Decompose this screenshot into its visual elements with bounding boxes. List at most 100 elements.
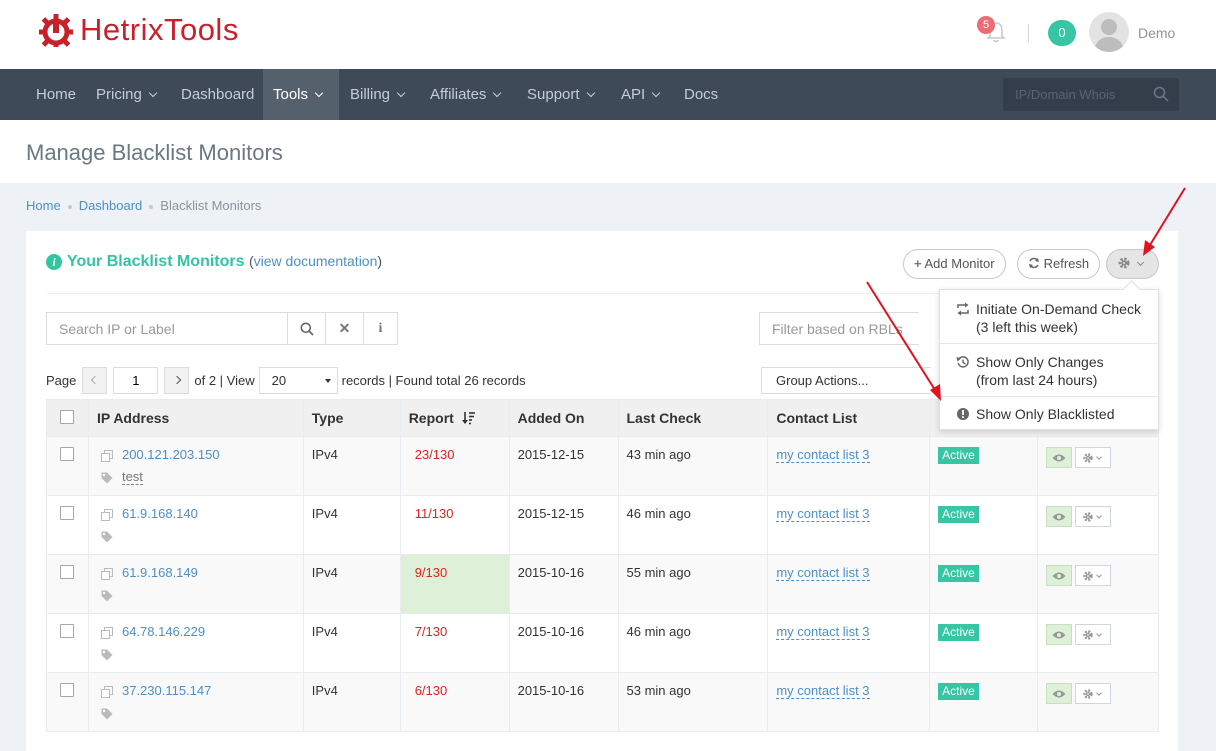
report-count[interactable]: 6/130 — [409, 683, 448, 698]
eye-icon — [1052, 454, 1066, 462]
show-blacklisted-menu-item[interactable]: Show Only Blacklisted — [940, 405, 1158, 423]
added-on-cell: 2015-10-16 — [508, 613, 619, 673]
nav-home[interactable]: Home — [26, 69, 86, 120]
ip-address-link[interactable]: 64.78.146.229 — [122, 624, 205, 639]
search-info-button[interactable]: i — [364, 312, 398, 345]
tag-icon[interactable] — [101, 531, 113, 543]
last-check-cell: 46 min ago — [617, 613, 769, 673]
view-documentation-link[interactable]: view documentation — [254, 253, 378, 269]
column-header-last-check[interactable]: Last Check — [617, 399, 769, 437]
nav-docs[interactable]: Docs — [674, 69, 728, 120]
contact-list-link[interactable]: my contact list 3 — [776, 683, 870, 699]
report-count[interactable]: 23/130 — [409, 447, 455, 462]
tag-icon[interactable] — [101, 708, 113, 720]
copy-icon[interactable] — [100, 567, 113, 580]
contact-list-link[interactable]: my contact list 3 — [776, 506, 870, 522]
page-number-input[interactable] — [113, 366, 159, 394]
pagination: Page of 2 | View 20 records | Found tota… — [46, 366, 526, 394]
row-settings-button[interactable] — [1075, 624, 1112, 645]
table-row: 61.9.168.149 IPv4 9/130 2015-10-16 55 min ag… — [46, 554, 1159, 614]
column-header-type[interactable]: Type — [302, 399, 401, 437]
row-checkbox[interactable] — [60, 447, 75, 461]
copy-icon[interactable] — [100, 508, 113, 521]
report-count[interactable]: 9/130 — [409, 565, 448, 580]
view-details-button[interactable] — [1046, 683, 1073, 704]
column-header-report[interactable]: Report — [399, 399, 510, 437]
whois-search — [1003, 78, 1179, 111]
menu-divider — [940, 396, 1158, 397]
logo[interactable]: HetrixTools — [38, 12, 239, 48]
show-changes-menu-item[interactable]: Show Only Changes (from last 24 hours) — [940, 353, 1158, 389]
nav-api[interactable]: API — [611, 69, 669, 120]
next-page-button[interactable] — [164, 366, 190, 394]
report-count[interactable]: 7/130 — [409, 624, 448, 639]
view-details-button[interactable] — [1046, 447, 1073, 468]
prev-page-button[interactable] — [82, 366, 108, 394]
view-details-button[interactable] — [1046, 624, 1073, 645]
status-cell: Active — [929, 436, 1039, 496]
settings-dropdown-button[interactable] — [1106, 249, 1159, 279]
row-settings-button[interactable] — [1075, 506, 1112, 527]
initiate-check-menu-item[interactable]: Initiate On-Demand Check (3 left this we… — [940, 300, 1158, 336]
add-monitor-button[interactable]: + Add Monitor — [903, 249, 1006, 279]
search-button[interactable] — [288, 312, 326, 345]
group-actions-select[interactable]: Group Actions... — [761, 367, 931, 394]
copy-icon[interactable] — [100, 685, 113, 698]
row-checkbox[interactable] — [60, 624, 75, 638]
status-cell: Active — [929, 554, 1039, 614]
copy-icon[interactable] — [100, 626, 113, 639]
tag-icon[interactable] — [101, 472, 113, 484]
credits-badge[interactable]: 0 — [1048, 20, 1076, 46]
column-header-added-on[interactable]: Added On — [508, 399, 619, 437]
report-count[interactable]: 11/130 — [409, 506, 454, 521]
search-icon[interactable] — [1153, 86, 1169, 102]
nav-affiliates[interactable]: Affiliates — [420, 69, 510, 120]
chevron-down-icon — [1096, 690, 1102, 696]
nav-pricing[interactable]: Pricing — [86, 69, 166, 120]
column-header-contact-list[interactable]: Contact List — [767, 399, 931, 437]
breadcrumb-dashboard[interactable]: Dashboard — [79, 198, 143, 213]
breadcrumb-home[interactable]: Home — [26, 198, 61, 213]
nav-tools[interactable]: Tools — [263, 69, 339, 120]
ip-address-link[interactable]: 61.9.168.140 — [122, 506, 198, 521]
copy-icon[interactable] — [100, 449, 113, 462]
whois-search-input[interactable] — [1003, 78, 1143, 111]
row-checkbox[interactable] — [60, 683, 75, 697]
username[interactable]: Demo — [1138, 25, 1175, 41]
contact-list-link[interactable]: my contact list 3 — [776, 447, 870, 463]
tag-icon[interactable] — [101, 649, 113, 661]
ip-address-link[interactable]: 61.9.168.149 — [122, 565, 198, 580]
contact-list-link[interactable]: my contact list 3 — [776, 565, 870, 581]
tag-icon[interactable] — [101, 590, 113, 602]
ip-address-link[interactable]: 37.230.115.147 — [122, 683, 211, 698]
select-all-checkbox[interactable] — [60, 409, 75, 424]
page-size-select[interactable]: 20 — [258, 366, 338, 394]
clear-search-button[interactable]: ✕ — [326, 312, 364, 345]
contact-list-link[interactable]: my contact list 3 — [776, 624, 870, 640]
page-label: Page — [46, 372, 77, 388]
actions-cell — [1037, 495, 1159, 555]
chevron-down-icon — [1096, 631, 1102, 637]
monitor-label[interactable]: test — [121, 469, 143, 485]
nav-dashboard[interactable]: Dashboard — [171, 69, 264, 120]
nav-support[interactable]: Support — [517, 69, 604, 120]
row-checkbox[interactable] — [60, 565, 75, 579]
nav-billing[interactable]: Billing — [340, 69, 414, 120]
row-settings-button[interactable] — [1075, 447, 1112, 468]
contact-list-cell: my contact list 3 — [767, 554, 931, 614]
rbl-filter-input[interactable] — [759, 312, 919, 345]
table-row: 37.230.115.147 IPv4 6/130 2015-10-16 53 min … — [46, 672, 1159, 732]
row-settings-button[interactable] — [1075, 565, 1112, 586]
refresh-button[interactable]: Refresh — [1017, 249, 1101, 279]
row-settings-button[interactable] — [1075, 683, 1112, 704]
nav-label: Home — [36, 86, 77, 103]
actions-cell — [1037, 554, 1159, 614]
ip-address-link[interactable]: 200.121.203.150 — [122, 447, 220, 462]
avatar[interactable] — [1089, 12, 1129, 52]
view-details-button[interactable] — [1046, 506, 1073, 527]
search-input[interactable] — [46, 312, 288, 345]
view-details-button[interactable] — [1046, 565, 1073, 586]
column-header-ip[interactable]: IP Address — [87, 399, 304, 437]
row-checkbox[interactable] — [60, 506, 75, 520]
chevron-down-icon — [493, 88, 502, 98]
